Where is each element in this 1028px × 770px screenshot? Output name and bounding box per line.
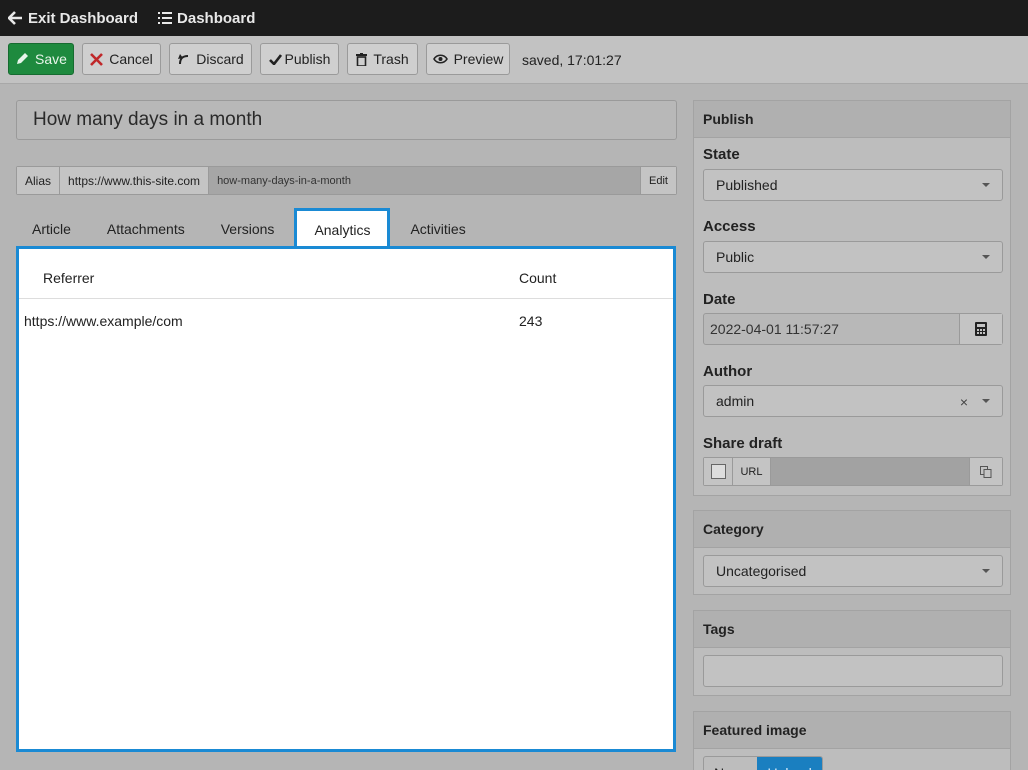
count-cell: 243	[519, 313, 543, 329]
dashboard-label: Dashboard	[177, 9, 256, 27]
tab-analytics[interactable]: Analytics	[294, 208, 391, 249]
close-icon	[90, 52, 104, 66]
access-select[interactable]: Public	[703, 241, 1003, 273]
undo-icon	[178, 54, 189, 65]
checkbox-box	[710, 464, 726, 479]
editor-tabs: Article Attachments Versions Analytics A…	[16, 208, 486, 249]
date-input[interactable]: 2022-04-01 11:57:27	[704, 314, 959, 344]
category-panel: Category Uncategorised	[693, 510, 1011, 595]
alias-field: Alias https://www.this-site.com how-many…	[16, 166, 677, 195]
publish-panel-header: Publish	[694, 101, 1010, 138]
author-label: Author	[703, 363, 753, 380]
featured-upload-option[interactable]: Upload	[757, 757, 822, 770]
chevron-down-icon	[982, 183, 990, 187]
chevron-down-icon	[982, 569, 990, 573]
access-label: Access	[703, 218, 756, 235]
author-value: admin	[716, 393, 755, 409]
column-header-count: Count	[519, 270, 557, 286]
featured-image-panel-header: Featured image	[694, 712, 1010, 749]
exit-dashboard-link[interactable]: Exit Dashboard	[8, 10, 138, 27]
publish-panel: Publish State Published Access Public Da…	[693, 100, 1011, 496]
share-url-input[interactable]	[771, 458, 969, 485]
discard-button[interactable]: Discard	[169, 43, 252, 75]
cancel-button[interactable]: Cancel	[82, 43, 161, 75]
check-icon	[268, 53, 282, 65]
trash-button[interactable]: Trash	[347, 43, 418, 75]
share-draft-label: Share draft	[703, 435, 783, 452]
clear-author-icon[interactable]: ×	[960, 394, 968, 410]
table-row: https://www.example/com 243	[19, 300, 673, 340]
discard-button-label: Discard	[196, 51, 244, 67]
state-select[interactable]: Published	[703, 169, 1003, 201]
alias-label: Alias	[17, 167, 61, 194]
preview-button[interactable]: Preview	[426, 43, 510, 75]
exit-dashboard-label: Exit Dashboard	[28, 9, 139, 27]
tags-panel-header: Tags	[694, 611, 1010, 648]
pencil-icon	[17, 53, 29, 64]
category-value: Uncategorised	[716, 563, 807, 579]
tab-versions[interactable]: Versions	[205, 208, 291, 249]
tags-input[interactable]	[703, 655, 1003, 687]
tags-panel: Tags	[693, 610, 1011, 696]
referrer-cell: https://www.example/com	[24, 313, 183, 329]
date-label: Date	[703, 291, 736, 308]
preview-button-label: Preview	[453, 51, 504, 67]
alias-edit-button[interactable]: Edit	[641, 167, 676, 194]
calendar-button[interactable]	[959, 314, 1002, 344]
tab-attachments[interactable]: Attachments	[91, 208, 201, 249]
trash-button-label: Trash	[373, 51, 409, 67]
alias-slug-input[interactable]: how-many-days-in-a-month	[209, 167, 642, 194]
share-draft-field: URL	[703, 457, 1003, 486]
save-button[interactable]: Save	[8, 43, 74, 75]
chevron-down-icon	[982, 255, 990, 259]
share-draft-checkbox[interactable]	[704, 458, 733, 485]
calculator-icon	[975, 322, 987, 336]
list-icon	[158, 12, 173, 24]
eye-icon	[432, 54, 448, 64]
column-header-referrer: Referrer	[43, 270, 95, 286]
tab-activities[interactable]: Activities	[394, 208, 481, 249]
tab-article[interactable]: Article	[16, 208, 87, 249]
featured-image-panel: Featured image None Upload	[693, 711, 1011, 770]
share-url-label: URL	[733, 458, 771, 485]
analytics-panel: Referrer Count https://www.example/com 2…	[16, 246, 676, 752]
publish-button[interactable]: Publish	[260, 43, 339, 75]
state-label: State	[703, 146, 740, 163]
copy-icon	[980, 465, 992, 478]
save-button-label: Save	[35, 51, 67, 67]
trash-icon	[356, 52, 368, 66]
category-panel-header: Category	[694, 511, 1010, 548]
category-select[interactable]: Uncategorised	[703, 555, 1003, 587]
state-value: Published	[716, 177, 778, 193]
arrow-left-icon	[8, 11, 22, 25]
featured-image-toggle: None Upload	[703, 756, 823, 770]
featured-none-option[interactable]: None	[704, 757, 757, 770]
copy-url-button[interactable]	[969, 458, 1002, 485]
publish-button-label: Publish	[284, 51, 331, 67]
save-status-text: saved, 17:01:27	[522, 52, 622, 68]
table-header: Referrer Count	[19, 249, 673, 299]
alias-base-url: https://www.this-site.com	[60, 167, 210, 194]
date-field: 2022-04-01 11:57:27	[703, 313, 1003, 345]
top-bar: Exit Dashboard Dashboard	[0, 0, 1028, 36]
author-select[interactable]: admin ×	[703, 385, 1003, 417]
chevron-down-icon	[982, 399, 990, 403]
cancel-button-label: Cancel	[109, 51, 153, 67]
access-value: Public	[716, 249, 755, 265]
editor-toolbar: Save Cancel Discard Publish Trash Previe…	[0, 36, 1028, 84]
article-title-input[interactable]: How many days in a month	[16, 100, 677, 140]
dashboard-link[interactable]: Dashboard	[158, 10, 255, 27]
